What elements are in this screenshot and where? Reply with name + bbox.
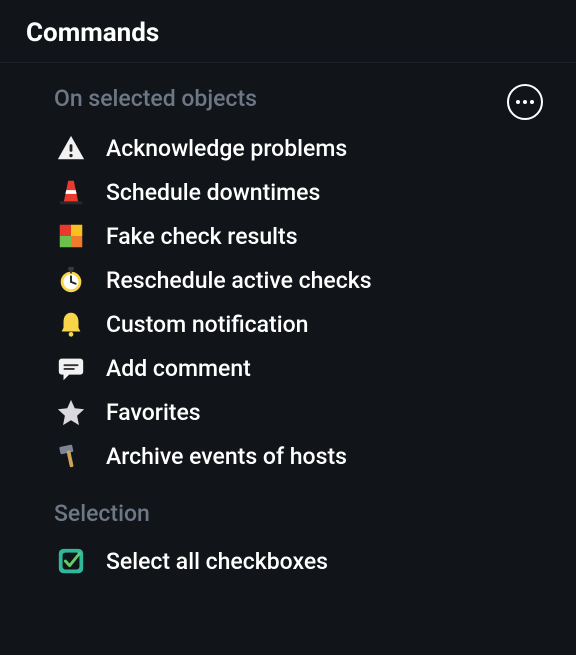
cmd-acknowledge-problems[interactable]: Acknowledge problems xyxy=(54,126,546,170)
cmd-fake-check-results[interactable]: Fake check results xyxy=(54,214,546,258)
cmd-archive-events[interactable]: Archive events of hosts xyxy=(54,434,546,478)
cmd-favorites[interactable]: Favorites xyxy=(54,390,546,434)
cmd-schedule-downtimes[interactable]: Schedule downtimes xyxy=(54,170,546,214)
more-icon xyxy=(516,100,520,104)
checkbox-checked-icon xyxy=(54,544,88,578)
cmd-label: Reschedule active checks xyxy=(106,267,372,294)
star-icon xyxy=(54,395,88,429)
more-menu-button[interactable] xyxy=(507,84,543,120)
hammer-icon xyxy=(54,439,88,473)
stopwatch-icon xyxy=(54,263,88,297)
cmd-add-comment[interactable]: Add comment xyxy=(54,346,546,390)
cmd-label: Favorites xyxy=(106,399,201,426)
cmd-label: Select all checkboxes xyxy=(106,548,328,575)
cmd-select-all-checkboxes[interactable]: Select all checkboxes xyxy=(54,539,546,583)
traffic-cone-icon xyxy=(54,175,88,209)
cmd-label: Acknowledge problems xyxy=(106,135,347,162)
quadrant-grid-icon xyxy=(54,219,88,253)
commands-list: Acknowledge problems Schedule downtimes … xyxy=(54,126,546,478)
panel-header: Commands xyxy=(0,0,576,63)
section-on-selected-title: On selected objects xyxy=(54,85,257,112)
cmd-label: Add comment xyxy=(106,355,251,382)
speech-bubble-icon xyxy=(54,351,88,385)
commands-panel: Commands On selected objects Acknowledge… xyxy=(0,0,576,655)
selection-list: Select all checkboxes xyxy=(54,539,546,583)
panel-title: Commands xyxy=(26,18,550,48)
section-header-row: On selected objects xyxy=(54,85,546,126)
cmd-reschedule-active-checks[interactable]: Reschedule active checks xyxy=(54,258,546,302)
cmd-label: Archive events of hosts xyxy=(106,443,347,470)
panel-body: On selected objects Acknowledge problems… xyxy=(0,63,576,601)
section-selection-title: Selection xyxy=(54,500,546,527)
cmd-label: Fake check results xyxy=(106,223,298,250)
cmd-custom-notification[interactable]: Custom notification xyxy=(54,302,546,346)
cmd-label: Custom notification xyxy=(106,311,308,338)
bell-icon xyxy=(54,307,88,341)
warning-triangle-icon xyxy=(54,131,88,165)
cmd-label: Schedule downtimes xyxy=(106,179,320,206)
